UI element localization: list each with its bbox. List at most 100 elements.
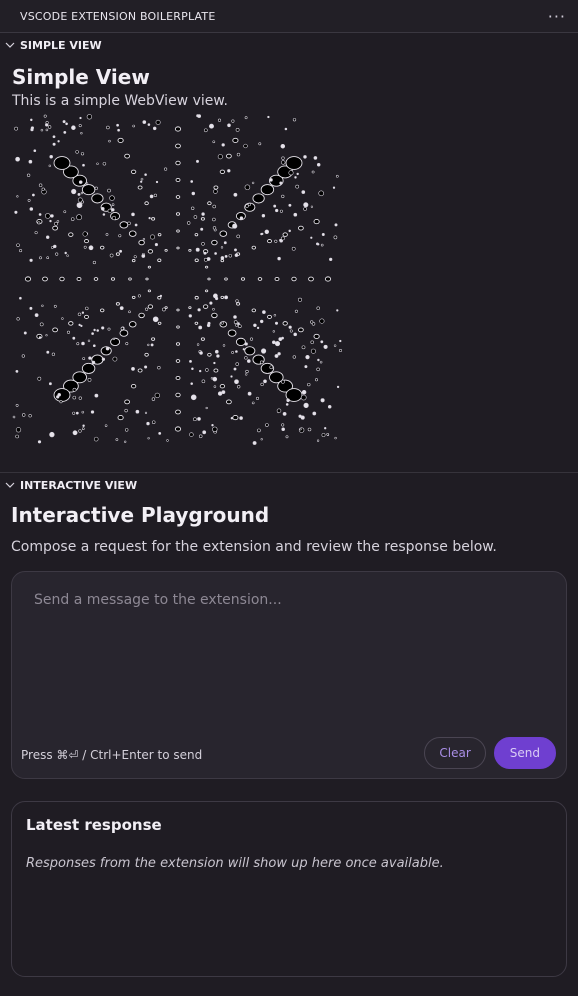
star-dot [212, 308, 215, 311]
message-input[interactable] [24, 584, 554, 724]
star-dot [213, 185, 219, 190]
star-dot [293, 212, 298, 217]
interactive-view-header[interactable]: INTERACTIVE VIEW [0, 473, 578, 497]
star-dot [224, 277, 228, 281]
star-dot [226, 153, 232, 159]
star-dot [78, 124, 82, 128]
star-dot [145, 307, 149, 311]
star-dot [234, 379, 239, 385]
star-dot [212, 140, 216, 144]
star-dot [212, 204, 216, 209]
star-dot [45, 128, 49, 132]
star-dot [247, 391, 252, 396]
star-dot [80, 132, 83, 135]
star-dot [111, 208, 115, 212]
star-dot [81, 184, 96, 196]
star-dot [150, 234, 155, 240]
star-dot [127, 221, 131, 226]
star-dot [70, 217, 75, 221]
star-dot [53, 156, 71, 170]
star-dot [260, 319, 264, 324]
star-dot [146, 421, 150, 426]
simple-view-header-label: SIMPLE VIEW [20, 38, 102, 52]
star-dot [153, 193, 158, 198]
star-dot [154, 243, 158, 247]
star-dot [82, 163, 85, 167]
star-dot [124, 153, 130, 159]
star-dot [204, 289, 209, 293]
star-dot [176, 308, 180, 312]
star-dot [112, 337, 116, 341]
star-dot [119, 329, 129, 337]
star-dot [251, 181, 255, 185]
star-dot [252, 193, 265, 204]
star-dot [80, 191, 84, 195]
star-dot [175, 342, 181, 346]
star-dot [128, 230, 137, 237]
star-dot [109, 195, 115, 201]
star-dot [249, 337, 254, 341]
star-dot [288, 170, 294, 176]
star-dot [242, 348, 245, 351]
view-title-bar: VSCODE EXTENSION BOILERPLATE ··· [0, 0, 578, 33]
star-dot [102, 213, 106, 216]
star-dot [108, 139, 111, 143]
star-dot [92, 260, 96, 265]
star-dot [120, 326, 124, 331]
star-dot [87, 378, 92, 382]
star-dot [80, 152, 85, 156]
star-dot [175, 392, 181, 398]
star-dot [19, 249, 23, 253]
star-dot [261, 213, 266, 218]
simple-view-title: Simple View [12, 65, 150, 89]
star-dot [149, 194, 154, 199]
star-dot [326, 432, 330, 436]
star-dot [282, 412, 287, 416]
star-dot [294, 309, 298, 313]
star-dot [313, 333, 320, 339]
star-dot [65, 122, 68, 126]
star-dot [227, 123, 231, 128]
star-dot [52, 135, 56, 139]
star-dot [147, 249, 154, 254]
star-dot [71, 125, 76, 130]
star-dot [144, 365, 148, 369]
star-dot [91, 193, 104, 204]
star-dot [279, 238, 282, 242]
ellipsis-icon[interactable]: ··· [548, 7, 566, 26]
star-dot [49, 219, 52, 223]
simple-view-header[interactable]: SIMPLE VIEW [0, 33, 578, 57]
star-dot [85, 306, 89, 311]
star-dot [188, 249, 192, 252]
star-dot [52, 142, 56, 146]
send-button[interactable]: Send [493, 737, 556, 769]
clear-button[interactable]: Clear [424, 737, 486, 769]
star-dot [140, 180, 143, 183]
star-dot [327, 404, 332, 409]
star-dot [223, 241, 227, 245]
star-dot [244, 184, 251, 191]
star-dot [324, 276, 332, 282]
star-dot [107, 208, 112, 214]
star-dot [66, 254, 69, 257]
star-dot [14, 210, 18, 214]
star-dot [220, 259, 225, 263]
star-dot [267, 115, 270, 119]
star-dot [46, 350, 50, 354]
star-dot [42, 276, 48, 282]
star-dot [300, 415, 305, 420]
star-dot [277, 256, 281, 261]
star-dot [308, 276, 314, 282]
star-dot [55, 252, 59, 256]
star-dot [93, 436, 99, 442]
star-dot [88, 356, 92, 360]
star-dot [90, 410, 95, 414]
star-dot [78, 323, 81, 327]
star-dot [30, 118, 33, 122]
star-dot [102, 162, 107, 166]
star-dot [78, 429, 82, 433]
star-dot [93, 328, 96, 332]
star-dot [265, 423, 269, 427]
star-dot [281, 336, 284, 340]
star-dot [111, 203, 115, 206]
